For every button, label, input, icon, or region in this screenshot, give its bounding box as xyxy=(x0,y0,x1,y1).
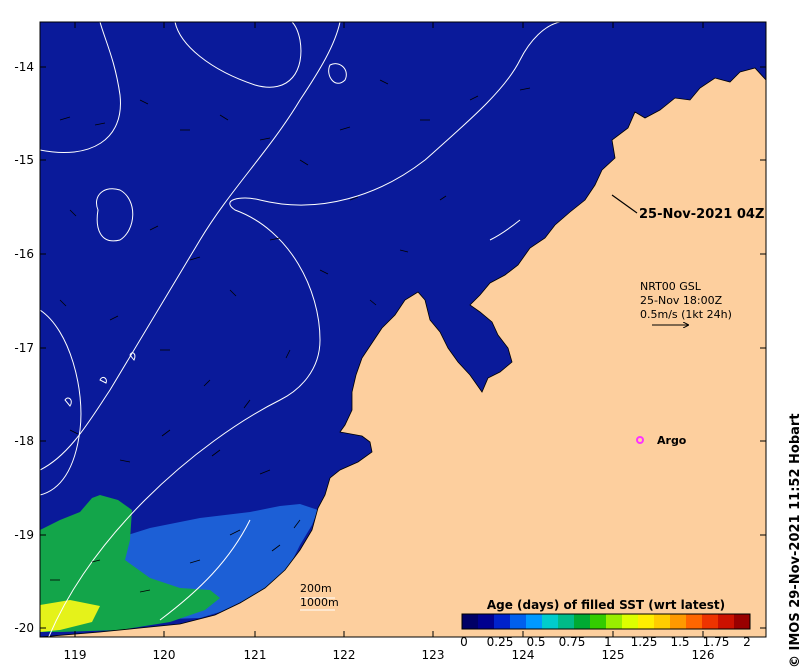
scale-label-1000m: 1000m xyxy=(300,596,339,609)
colorbar xyxy=(462,614,751,629)
colorbar-swatch xyxy=(574,614,591,629)
colorbar-swatch xyxy=(494,614,511,629)
x-tick-label: 121 xyxy=(243,648,267,662)
colorbar-swatch xyxy=(686,614,703,629)
x-tick-label: 122 xyxy=(332,648,356,662)
colorbar-tick: 0.5 xyxy=(526,635,546,649)
colorbar-swatch xyxy=(638,614,655,629)
colorbar-swatch xyxy=(734,614,751,629)
colorbar-swatch xyxy=(542,614,559,629)
legend-line-2: 25-Nov 18:00Z xyxy=(640,294,723,307)
y-tick-label: -20 xyxy=(14,621,34,635)
colorbar-tick: 2 xyxy=(743,635,751,649)
argo-label: Argo xyxy=(657,434,687,447)
colorbar-tick: 1.25 xyxy=(630,635,658,649)
y-tick-label: -18 xyxy=(14,434,34,448)
timestamp-label: 25-Nov-2021 04Z xyxy=(639,207,765,222)
x-tick-label: 124 xyxy=(511,648,535,662)
colorbar-title: Age (days) of filled SST (wrt latest) xyxy=(486,598,726,612)
colorbar-swatch xyxy=(478,614,495,629)
x-tick-label: 120 xyxy=(152,648,176,662)
colorbar-swatch xyxy=(702,614,719,629)
colorbar-tick: 0 xyxy=(460,635,468,649)
colorbar-tick: 1.5 xyxy=(670,635,690,649)
y-tick-label: -16 xyxy=(14,247,34,261)
colorbar-swatch xyxy=(558,614,575,629)
colorbar-swatch xyxy=(654,614,671,629)
sst-age-map xyxy=(39,21,767,638)
y-tick-label: -14 xyxy=(14,60,34,74)
colorbar-swatch xyxy=(526,614,543,629)
scale-label-200m: 200m xyxy=(300,582,332,595)
y-tick-label: -17 xyxy=(14,341,34,355)
colorbar-swatch xyxy=(606,614,623,629)
legend-line-3: 0.5m/s (1kt 24h) xyxy=(640,308,732,321)
colorbar-swatch xyxy=(718,614,735,629)
colorbar-tick: 1 xyxy=(604,635,612,649)
colorbar-tick: 0.75 xyxy=(558,635,586,649)
x-tick-label: 125 xyxy=(601,648,625,662)
colorbar-swatch xyxy=(590,614,607,629)
colorbar-swatch xyxy=(622,614,639,629)
colorbar-tick: 1.75 xyxy=(702,635,730,649)
y-tick-label: -19 xyxy=(14,528,34,542)
y-tick-label: -15 xyxy=(14,153,34,167)
credit-label: © IMOS 29-Nov-2021 11:52 Hobart xyxy=(788,413,803,668)
x-tick-label: 123 xyxy=(421,648,445,662)
x-tick-label: 126 xyxy=(691,648,715,662)
colorbar-swatch xyxy=(670,614,687,629)
colorbar-swatch xyxy=(510,614,527,629)
colorbar-tick: 0.25 xyxy=(486,635,514,649)
legend-line-1: NRT00 GSL xyxy=(640,280,701,293)
x-tick-label: 119 xyxy=(63,648,87,662)
colorbar-swatch xyxy=(462,614,479,629)
